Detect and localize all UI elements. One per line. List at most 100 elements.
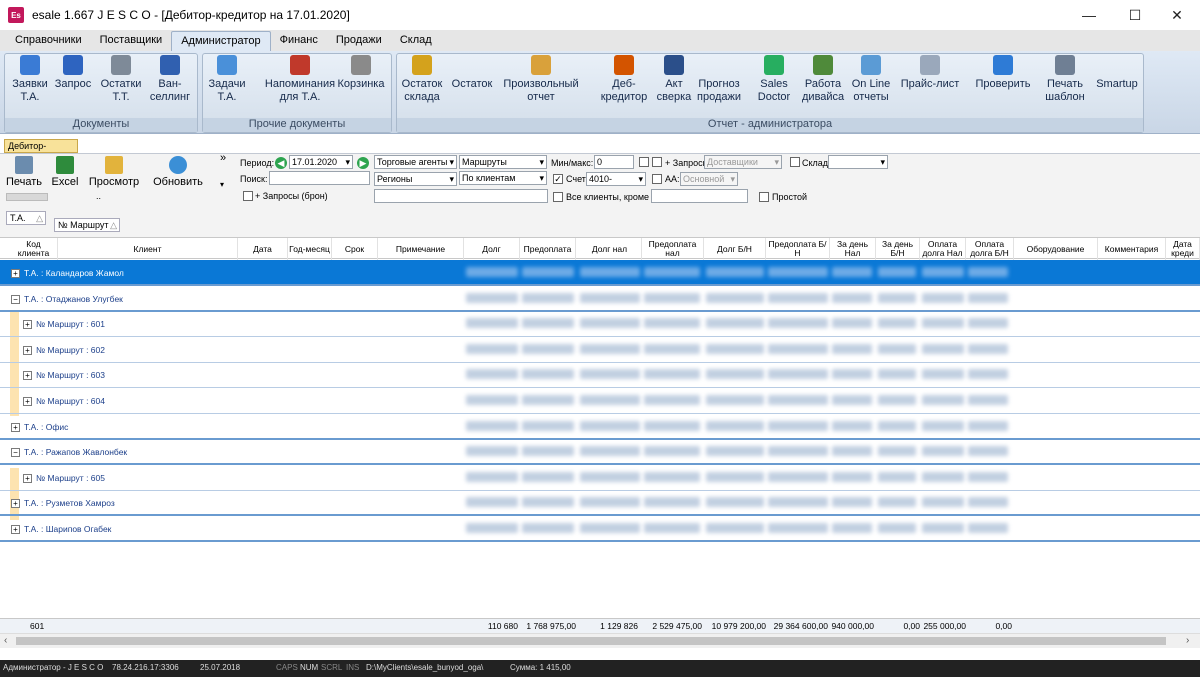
ribbon-button-13[interactable]: Sales Doctor [752,55,796,104]
ribbon-button-4[interactable]: Задачи Т.А. [206,55,248,104]
filter-text-input[interactable] [374,189,548,203]
expand-icon[interactable]: + [11,269,20,278]
ribbon-button-8[interactable]: Остаток [450,55,494,91]
ribbon-button-14[interactable]: Работа дивайса [802,55,844,104]
ribbon-button-15[interactable]: On Line отчеты [848,55,894,104]
menu-tab-spravochniki[interactable]: Справочники [6,31,91,51]
excel-button[interactable]: Excel [50,156,80,188]
ribbon-button-11[interactable]: Акт сверка [652,55,696,104]
minmax-checkbox-b[interactable] [652,157,662,167]
group-row-agent[interactable]: + Т.А. : Офис [0,414,1200,440]
search-input[interactable] [269,171,370,185]
expand-icon[interactable]: + [11,525,20,534]
expand-icon[interactable]: + [23,371,32,381]
routes-select[interactable]: Маршруты [459,155,547,169]
expand-icon[interactable]: + [11,422,20,432]
column-header[interactable]: Примечание [378,238,464,260]
warehouse-select[interactable] [828,155,888,169]
warehouse-checkbox[interactable] [790,157,800,167]
request-select[interactable]: Доставщики [704,155,782,169]
group-row-agent[interactable]: − Т.А. : Ражапов Жавлонбек [0,439,1200,466]
expand-icon[interactable]: + [23,345,32,355]
requests-bron-checkbox[interactable] [243,191,253,201]
ribbon-button-2[interactable]: Остатки Т.Т. [98,55,144,104]
column-header[interactable]: Оплата долга Нал [920,238,966,260]
group-row-route[interactable]: + № Маршрут : 602 [0,337,1200,363]
preview-button[interactable]: Просмотр [88,156,140,188]
scroll-right-icon[interactable]: › [1186,635,1189,646]
agents-select[interactable]: Торговые агенты [374,155,457,169]
group-row-agent[interactable]: + Т.А. : Рузметов Хамроз [0,490,1200,517]
expand-icon[interactable]: + [23,473,32,483]
scrollbar-thumb[interactable] [16,637,1166,645]
by-clients-select[interactable]: По клиентам [459,171,547,185]
menu-tab-postavshchiki[interactable]: Поставщики [91,31,172,51]
group-chip-ta[interactable]: Т.А. △ [6,211,46,225]
column-header[interactable]: Срок [332,238,378,260]
menu-tab-finans[interactable]: Финанс [271,31,327,51]
group-row-route[interactable]: + № Маршрут : 604 [0,388,1200,414]
ribbon-button-9[interactable]: Произвольный отчет [498,55,584,104]
column-header[interactable]: Код клиента [10,238,58,260]
column-header[interactable]: Клиент [58,238,238,260]
group-row-agent[interactable]: − Т.А. : Отаджанов Улугбек [0,286,1200,312]
print-button[interactable]: Печать [6,156,42,188]
expand-icon[interactable]: + [23,397,32,406]
toolbar-dropdown-icon[interactable]: ▾ [220,180,224,189]
menu-tab-prodazhi[interactable]: Продажи [327,31,391,51]
account-checkbox[interactable]: ✓ [553,174,563,184]
column-header[interactable]: За день Б/Н [876,238,920,260]
ribbon-button-10[interactable]: Деб- кредитор [596,55,652,104]
group-row-agent[interactable]: + Т.А. : Каландаров Жамол [0,260,1200,286]
expand-icon[interactable]: + [11,499,20,509]
ribbon-button-3[interactable]: Ван- селлинг [148,55,192,104]
column-header[interactable]: Дата [238,238,288,260]
minmax-input[interactable]: 0 [594,155,634,169]
menu-tab-sklad[interactable]: Склад [391,31,441,51]
expand-icon[interactable]: + [23,320,32,330]
ribbon-button-19[interactable]: Smartup [1092,55,1142,91]
horizontal-scrollbar[interactable]: ‹ › [0,633,1200,648]
ribbon-button-7[interactable]: Остаток склада [398,55,446,104]
minimize-button[interactable]: — [1066,0,1112,30]
ribbon-button-16[interactable]: Прайс-лист [898,55,962,91]
document-tab[interactable]: Дебитор-кредитор [4,139,78,163]
all-clients-checkbox[interactable] [553,192,563,202]
column-header[interactable]: Предоплата нал [642,238,704,260]
column-header[interactable]: Оплата долга Б/Н [966,238,1014,260]
next-period-icon[interactable]: ▶ [357,157,369,169]
column-header[interactable]: Комментария [1098,238,1166,260]
group-row-route[interactable]: + № Маршрут : 605 [0,465,1200,491]
ribbon-button-0[interactable]: Заявки Т.А. [8,55,52,104]
refresh-button[interactable]: Обновить [152,156,204,188]
maximize-button[interactable]: ☐ [1112,0,1158,30]
aa-checkbox[interactable] [652,174,662,184]
menu-tab-administrator[interactable]: Администратор [171,31,271,51]
column-header[interactable]: Дата креди [1166,238,1200,260]
column-header[interactable]: Предоплата Б/Н [766,238,830,260]
prev-period-icon[interactable]: ◀ [275,157,287,169]
close-button[interactable]: ✕ [1154,0,1200,30]
column-header[interactable]: Оборудование [1014,238,1098,260]
group-chip-route[interactable]: № Маршрут △ [54,218,120,232]
ribbon-button-17[interactable]: Проверить [972,55,1034,91]
column-header[interactable]: Долг [464,238,520,260]
ribbon-button-12[interactable]: Прогноз продажи [694,55,744,104]
scroll-left-icon[interactable]: ‹ [4,635,7,646]
collapse-icon[interactable]: − [11,294,20,304]
group-row-agent[interactable]: + Т.А. : Шарипов Огабек [0,516,1200,542]
toolbar-overflow-icon[interactable]: » [220,152,226,164]
column-header[interactable]: Год-месяц [288,238,332,260]
regions-select[interactable]: Регионы [374,172,457,186]
aa-select[interactable]: Основной [680,172,738,186]
minmax-checkbox-a[interactable] [639,157,649,167]
ribbon-button-18[interactable]: Печать шаблон [1042,55,1088,104]
ribbon-button-1[interactable]: Запрос [52,55,94,91]
period-date-field[interactable]: 17.01.2020 [289,155,353,169]
account-select[interactable]: 4010- [586,172,646,186]
simple-checkbox[interactable] [759,192,769,202]
group-row-route[interactable]: + № Маршрут : 603 [0,362,1200,389]
column-header[interactable]: Предоплата [520,238,576,260]
column-header[interactable]: Долг Б/Н [704,238,766,260]
collapse-icon[interactable]: − [11,448,20,458]
